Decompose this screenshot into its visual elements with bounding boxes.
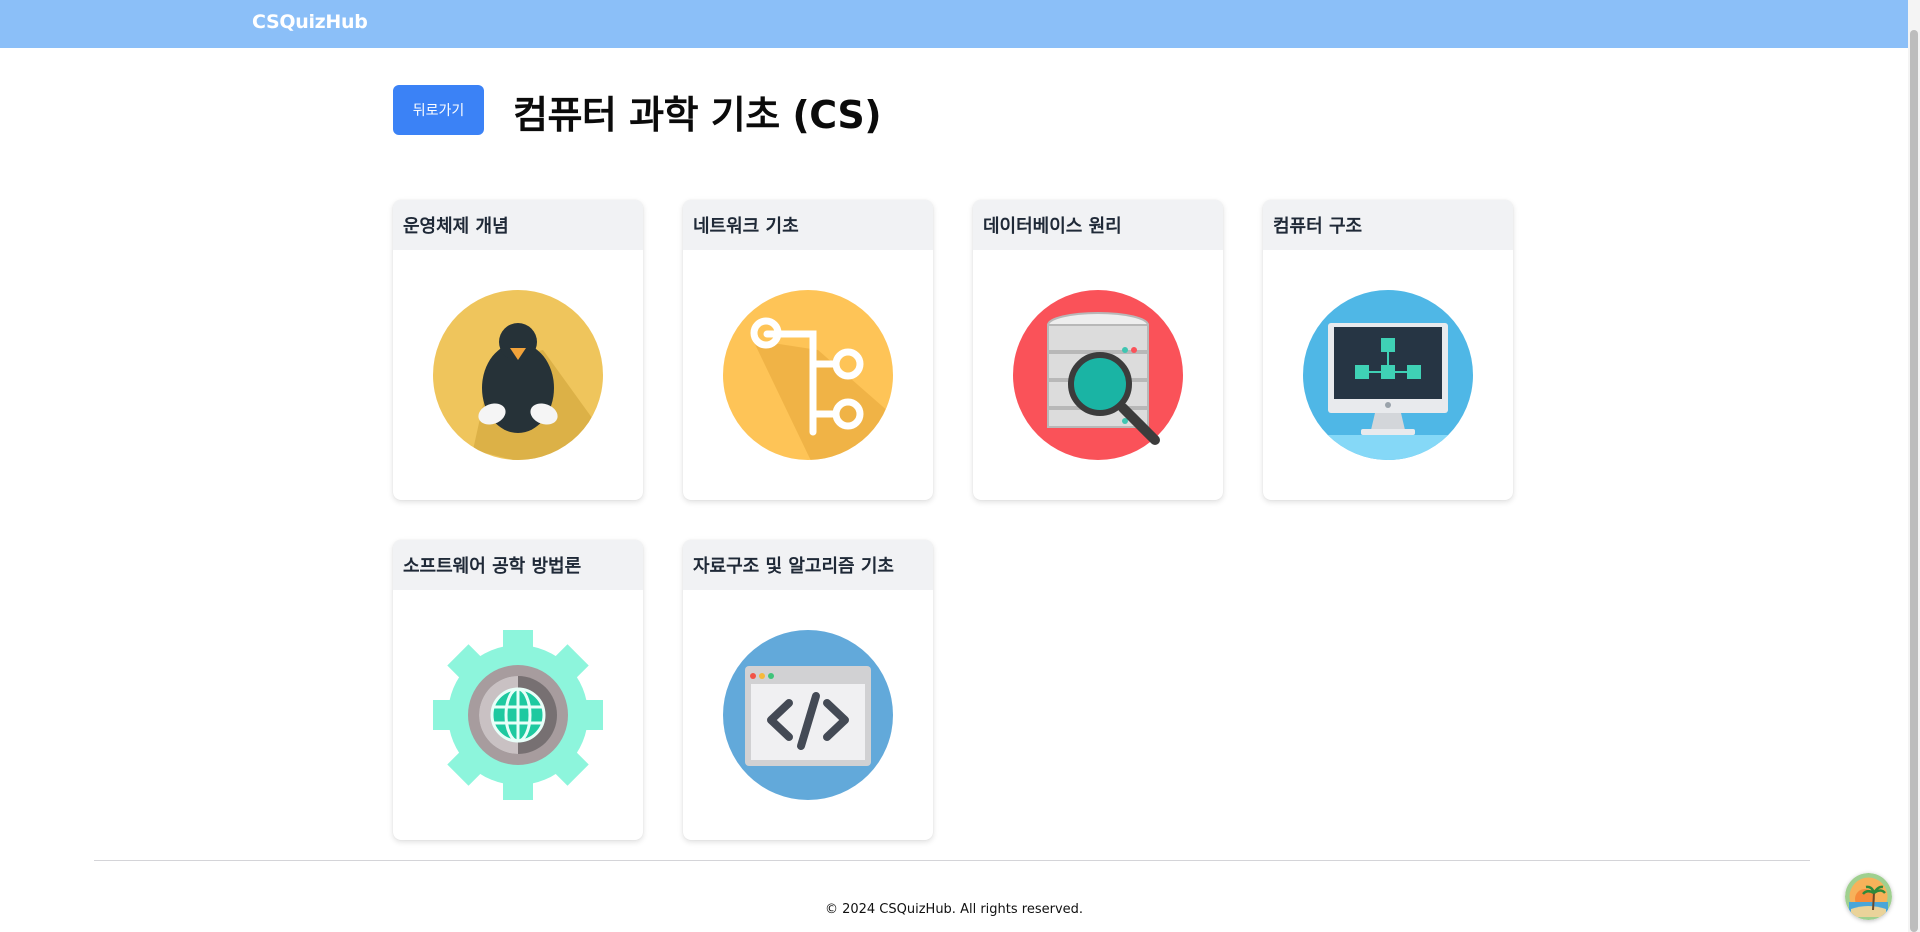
database-search-icon (1013, 290, 1183, 460)
page-scrollbar[interactable] (1908, 0, 1920, 932)
linux-penguin-icon (433, 290, 603, 460)
topic-card-algorithms[interactable]: 자료구조 및 알고리즘 기초 (683, 540, 933, 840)
page-title: 컴퓨터 과학 기초 (CS) (513, 93, 882, 137)
topic-card-network[interactable]: 네트워크 기초 (683, 200, 933, 500)
code-window-icon (723, 630, 893, 800)
scrollbar-thumb[interactable] (1910, 30, 1918, 932)
brand-logo-text[interactable]: CSQuizHub (252, 11, 368, 33)
topic-card-os[interactable]: 운영체제 개념 (393, 200, 643, 500)
git-branch-icon (723, 290, 893, 460)
card-title: 컴퓨터 구조 (1263, 200, 1513, 250)
top-navbar: CSQuizHub (0, 0, 1908, 48)
footer-divider (94, 860, 1810, 861)
user-avatar-icon[interactable] (1845, 873, 1892, 920)
topic-card-architecture[interactable]: 컴퓨터 구조 (1263, 200, 1513, 500)
back-button[interactable]: 뒤로가기 (393, 85, 484, 135)
card-title: 자료구조 및 알고리즘 기초 (683, 540, 933, 590)
card-title: 소프트웨어 공학 방법론 (393, 540, 643, 590)
topic-card-database[interactable]: 데이터베이스 원리 (973, 200, 1223, 500)
card-title: 운영체제 개념 (393, 200, 643, 250)
card-title: 데이터베이스 원리 (973, 200, 1223, 250)
gear-globe-icon (433, 630, 603, 800)
footer-copyright: © 2024 CSQuizHub. All rights reserved. (824, 902, 1084, 917)
computer-monitor-icon (1303, 290, 1473, 460)
topic-card-software-engineering[interactable]: 소프트웨어 공학 방법론 (393, 540, 643, 840)
card-title: 네트워크 기초 (683, 200, 933, 250)
